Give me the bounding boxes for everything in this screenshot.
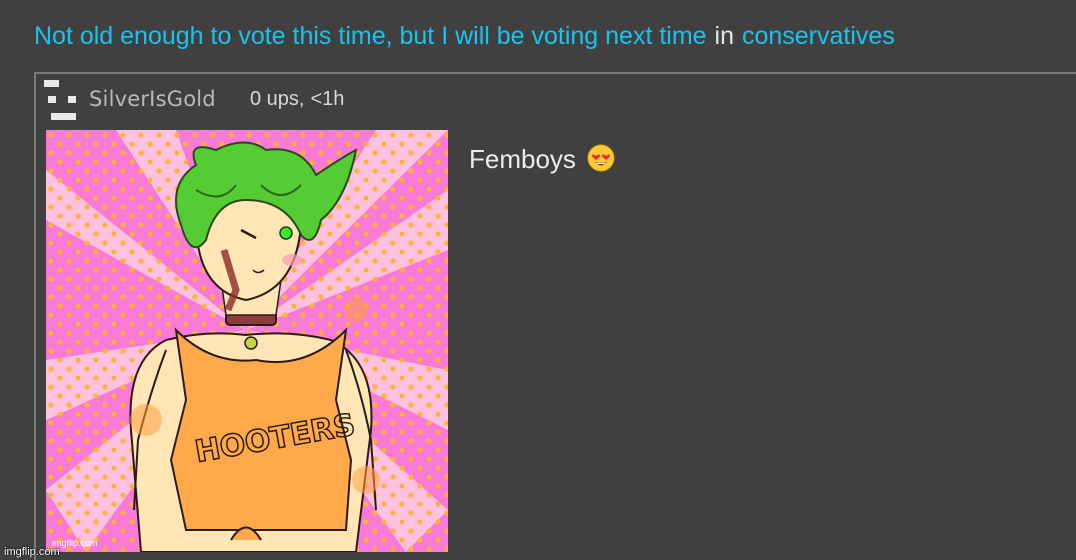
site-watermark: imgflip.com — [4, 546, 60, 558]
comment-image[interactable]: HOOTERS imgflip.com — [46, 130, 448, 552]
comment-meta: 0 ups, <1h — [250, 88, 344, 111]
comment-age: <1h — [310, 88, 345, 110]
femboy-drawing-image: HOOTERS imgflip.com — [46, 130, 448, 552]
comment-container: SilverIsGold 0 ups, <1h HOOTERS imgflip.… — [34, 72, 1076, 560]
upvote-count: 0 ups, — [250, 88, 305, 110]
in-label: in — [714, 22, 735, 50]
post-title-line: Not old enough to vote this time, but I … — [34, 20, 895, 52]
stream-link[interactable]: conservatives — [742, 22, 895, 50]
comment-body: Femboys — [469, 144, 615, 179]
user-avatar-icon[interactable] — [42, 80, 76, 120]
post-title-link[interactable]: Not old enough to vote this time, but I … — [34, 22, 707, 50]
comment-username[interactable]: SilverIsGold — [89, 87, 216, 111]
comment-text: Femboys — [469, 144, 576, 174]
heart-eyes-emoji-icon — [587, 144, 615, 179]
